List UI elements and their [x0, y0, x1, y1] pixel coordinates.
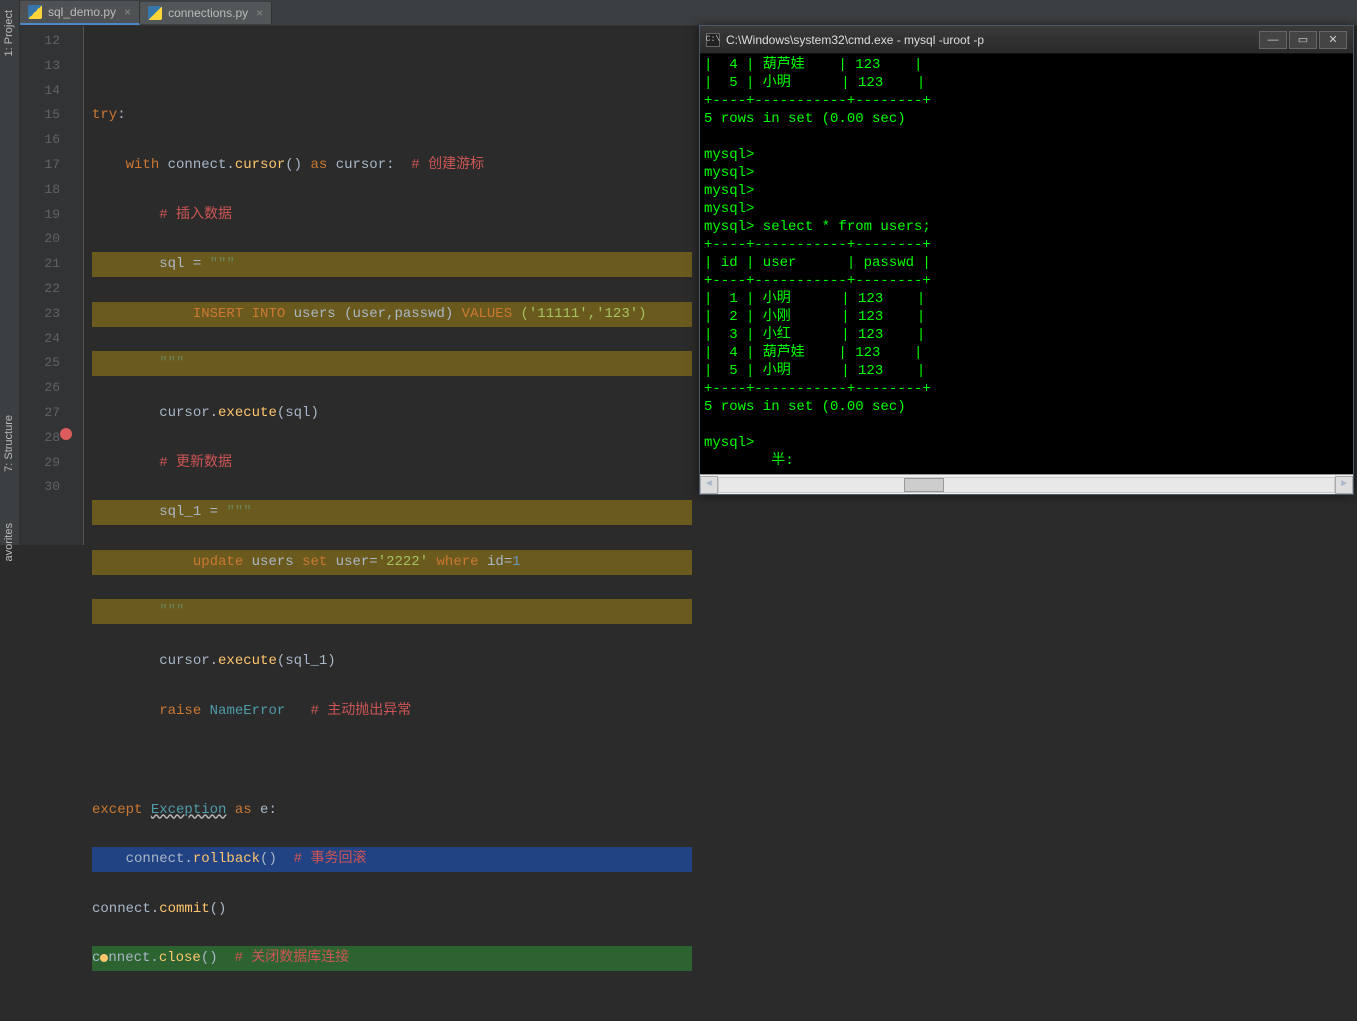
line-number: 29: [20, 451, 60, 476]
fold-column: [70, 26, 84, 545]
tool-sidebar: 1: Project 7: Structure avorites: [0, 0, 20, 545]
line-number: 27: [20, 401, 60, 426]
line-number: 20: [20, 227, 60, 252]
cmd-icon: C:\: [706, 33, 720, 47]
line-number: 24: [20, 327, 60, 352]
caret-icon: [100, 954, 108, 962]
tab-connections[interactable]: connections.py ×: [140, 2, 272, 24]
editor-tabs: sql_demo.py × connections.py ×: [20, 0, 1357, 26]
scroll-left-icon[interactable]: ◄: [700, 476, 718, 494]
terminal-output[interactable]: | 4 | 葫芦娃 | 123 | | 5 | 小明 | 123 | +----…: [700, 54, 1353, 474]
line-number: 30: [20, 475, 60, 500]
line-number: 19: [20, 203, 60, 228]
python-file-icon: [28, 5, 42, 19]
line-gutter: 12 13 14 15 16 17 18 19 20 21 22 23 24 2…: [20, 26, 70, 545]
tab-label: connections.py: [168, 6, 248, 20]
maximize-button[interactable]: ▭: [1289, 31, 1317, 49]
line-number: 17: [20, 153, 60, 178]
line-number: 12: [20, 29, 60, 54]
code-content[interactable]: try: with connect.cursor() as cursor: # …: [84, 26, 700, 545]
line-number: 23: [20, 302, 60, 327]
scroll-right-icon[interactable]: ►: [1335, 476, 1353, 494]
line-number: 26: [20, 376, 60, 401]
line-number: 13: [20, 54, 60, 79]
cmd-terminal-window: C:\ C:\Windows\system32\cmd.exe - mysql …: [699, 25, 1354, 495]
scroll-thumb[interactable]: [904, 478, 944, 492]
line-number: 25: [20, 351, 60, 376]
tab-sql-demo[interactable]: sql_demo.py ×: [20, 1, 140, 25]
minimize-button[interactable]: —: [1259, 31, 1287, 49]
line-number: 21: [20, 252, 60, 277]
close-icon[interactable]: ×: [256, 6, 263, 20]
tab-label: sql_demo.py: [48, 5, 116, 19]
line-number: 14: [20, 79, 60, 104]
line-number: 28: [20, 426, 60, 451]
project-tool[interactable]: 1: Project: [0, 5, 18, 61]
terminal-title: C:\Windows\system32\cmd.exe - mysql -uro…: [726, 33, 984, 47]
scroll-track[interactable]: [718, 477, 1335, 493]
close-icon[interactable]: ×: [124, 5, 131, 19]
python-file-icon: [148, 6, 162, 20]
horizontal-scrollbar[interactable]: ◄ ►: [700, 474, 1353, 494]
structure-tool[interactable]: 7: Structure: [0, 410, 18, 477]
code-editor[interactable]: 12 13 14 15 16 17 18 19 20 21 22 23 24 2…: [20, 26, 700, 545]
close-button[interactable]: ✕: [1319, 31, 1347, 49]
line-number: 18: [20, 178, 60, 203]
favorites-tool[interactable]: avorites: [0, 518, 18, 567]
line-number: 22: [20, 277, 60, 302]
line-number: 16: [20, 128, 60, 153]
terminal-titlebar[interactable]: C:\ C:\Windows\system32\cmd.exe - mysql …: [700, 26, 1353, 54]
breakpoint-icon[interactable]: [60, 428, 72, 440]
line-number: 15: [20, 103, 60, 128]
